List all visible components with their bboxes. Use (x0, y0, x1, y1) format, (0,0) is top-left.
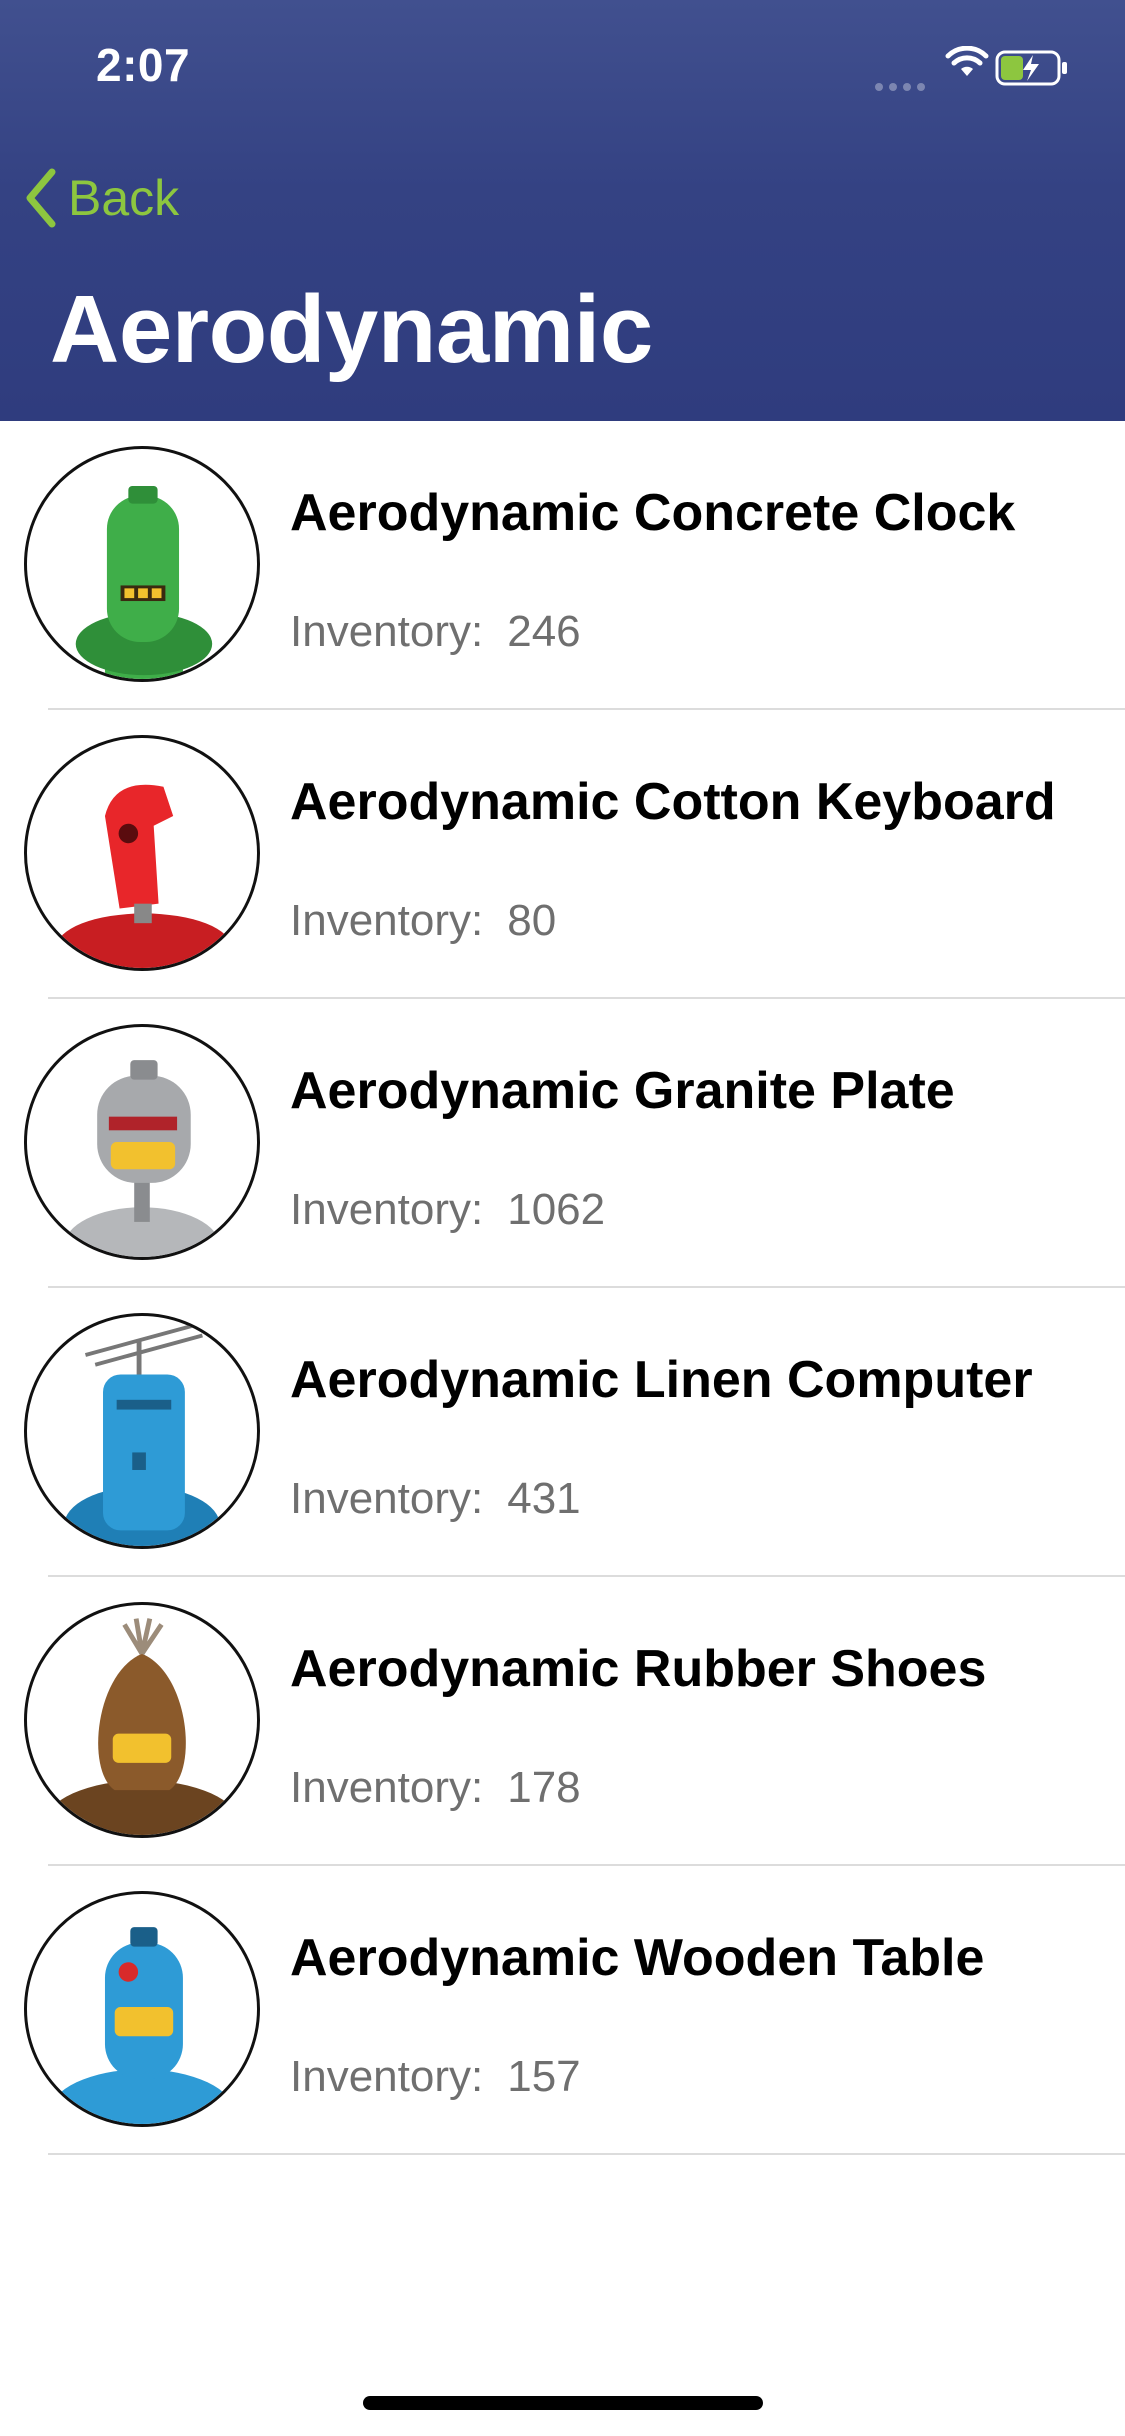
product-name: Aerodynamic Rubber Shoes (290, 1640, 987, 1698)
inventory-count: 178 (507, 1763, 581, 1812)
inventory-text: Inventory: 80 (290, 896, 556, 946)
chevron-left-icon (26, 168, 56, 228)
row-separator (48, 2153, 1125, 2155)
inventory-count: 157 (507, 2052, 581, 2101)
inventory-count: 1062 (507, 1185, 606, 1234)
inventory-text: Inventory: 246 (290, 607, 581, 657)
inventory-count: 246 (507, 607, 581, 656)
product-row[interactable]: Aerodynamic Granite Plate Inventory: 1062 (0, 999, 1125, 1288)
inventory-label: Inventory: (290, 607, 484, 656)
product-row[interactable]: Aerodynamic Concrete Clock Inventory: 246 (0, 421, 1125, 710)
back-button[interactable]: Back (24, 168, 179, 228)
signal-icon (875, 78, 935, 91)
inventory-label: Inventory: (290, 1763, 484, 1812)
product-name: Aerodynamic Granite Plate (290, 1062, 955, 1120)
inventory-count: 431 (507, 1474, 581, 1523)
navigation-header: 2:07 Back Aerodynamic (0, 0, 1125, 421)
robot-avatar-icon (24, 1891, 260, 2127)
robot-avatar-icon (24, 446, 260, 682)
inventory-count: 80 (507, 896, 557, 945)
inventory-text: Inventory: 178 (290, 1763, 581, 1813)
product-row[interactable]: Aerodynamic Linen Computer Inventory: 431 (0, 1288, 1125, 1577)
robot-avatar-icon (24, 1024, 260, 1260)
inventory-text: Inventory: 157 (290, 2052, 581, 2102)
robot-avatar-icon (24, 1602, 260, 1838)
wifi-icon (945, 46, 989, 76)
product-row[interactable]: Aerodynamic Cotton Keyboard Inventory: 80 (0, 710, 1125, 999)
battery-charging-icon (995, 50, 1067, 86)
inventory-text: Inventory: 1062 (290, 1185, 605, 1235)
inventory-label: Inventory: (290, 1185, 484, 1234)
inventory-text: Inventory: 431 (290, 1474, 581, 1524)
robot-avatar-icon (24, 1313, 260, 1549)
back-label: Back (68, 170, 180, 226)
product-name: Aerodynamic Wooden Table (290, 1929, 985, 1987)
product-list: Aerodynamic Concrete Clock Inventory: 246… (0, 421, 1125, 2155)
inventory-label: Inventory: (290, 896, 484, 945)
product-row[interactable]: Aerodynamic Rubber Shoes Inventory: 178 (0, 1577, 1125, 1866)
inventory-label: Inventory: (290, 1474, 484, 1523)
status-time: 2:07 (96, 39, 191, 91)
product-row[interactable]: Aerodynamic Wooden Table Inventory: 157 (0, 1866, 1125, 2155)
product-name: Aerodynamic Concrete Clock (290, 484, 1016, 542)
robot-avatar-icon (24, 735, 260, 971)
inventory-label: Inventory: (290, 2052, 484, 2101)
product-name: Aerodynamic Cotton Keyboard (290, 773, 1056, 831)
home-indicator[interactable] (363, 2396, 763, 2410)
page-title: Aerodynamic (50, 276, 653, 383)
product-name: Aerodynamic Linen Computer (290, 1351, 1033, 1409)
